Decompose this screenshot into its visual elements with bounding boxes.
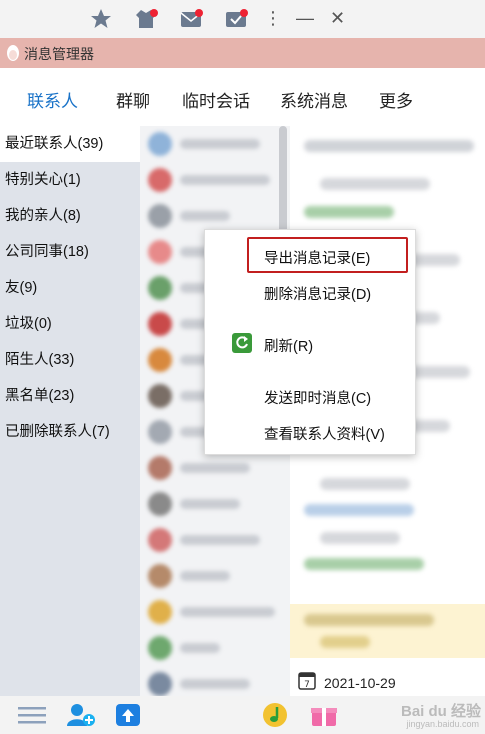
refresh-icon (232, 333, 252, 358)
watermark: Bai du 经验 (400, 703, 481, 720)
list-item[interactable] (148, 670, 283, 696)
upload-icon[interactable] (114, 702, 142, 733)
add-contact-icon[interactable] (66, 702, 96, 733)
menu-item-label: 导出消息记录(E) (264, 251, 371, 267)
category-family[interactable]: 我的亲人(8) (0, 198, 140, 234)
list-item[interactable] (148, 562, 283, 590)
menu-icon[interactable] (18, 706, 46, 729)
bottom-toolbar: Bai du 经验 jingyan.baidu.com (0, 696, 485, 734)
notification-dot (150, 9, 158, 17)
category-recent[interactable]: 最近联系人(39) (0, 126, 140, 162)
category-spam[interactable]: 垃圾(0) (0, 306, 140, 342)
category-friends[interactable]: 友(9) (0, 270, 140, 306)
menu-item-label: 发送即时消息(C) (264, 391, 372, 407)
mail-icon[interactable] (178, 6, 204, 32)
star-icon[interactable] (88, 6, 114, 32)
notification-dot (240, 9, 248, 17)
close-icon[interactable]: ✕ (330, 8, 345, 28)
tab-more[interactable]: 更多 (379, 87, 413, 112)
contact-category-list: 最近联系人(39) 特别关心(1) 我的亲人(8) 公司同事(18) 友(9) … (0, 126, 140, 696)
window-title: 消息管理器 (24, 46, 94, 62)
list-item[interactable] (148, 202, 283, 230)
category-special[interactable]: 特别关心(1) (0, 162, 140, 198)
current-date: 2021-10-29 (324, 675, 396, 691)
list-item[interactable] (148, 598, 283, 626)
list-item[interactable] (148, 490, 283, 518)
list-item[interactable] (148, 454, 283, 482)
category-deleted[interactable]: 已删除联系人(7) (0, 414, 140, 450)
menu-item-export-history[interactable]: 导出消息记录(E) (205, 238, 415, 274)
category-strangers[interactable]: 陌生人(33) (0, 342, 140, 378)
more-menu-icon[interactable]: ⋮ (264, 8, 282, 28)
tab-temp-chat[interactable]: 临时会话 (182, 87, 250, 112)
list-item[interactable] (148, 526, 283, 554)
notification-dot (195, 9, 203, 17)
list-item[interactable] (148, 130, 283, 158)
context-menu: 导出消息记录(E) 删除消息记录(D) 刷新(R) 发送即时消息(C) 查看联系… (204, 229, 416, 455)
menu-item-label: 刷新(R) (264, 339, 314, 355)
list-item[interactable] (148, 166, 283, 194)
menu-item-delete-history[interactable]: 删除消息记录(D) (205, 274, 415, 310)
minimize-icon[interactable]: — (296, 8, 314, 28)
penguin-icon (6, 44, 20, 67)
category-colleagues[interactable]: 公司同事(18) (0, 234, 140, 270)
menu-item-label: 查看联系人资料(V) (264, 427, 385, 443)
menu-item-label: 删除消息记录(D) (264, 287, 372, 303)
mail-check-icon[interactable] (223, 6, 249, 32)
menu-item-refresh[interactable]: 刷新(R) (205, 326, 415, 362)
date-selector[interactable]: 7 2021-10-29 (290, 666, 485, 696)
shirt-icon[interactable] (133, 6, 159, 32)
gift-icon[interactable] (310, 702, 338, 733)
top-toolbar: ⋮ — ✕ (0, 0, 485, 38)
menu-item-view-profile[interactable]: 查看联系人资料(V) (205, 414, 415, 450)
music-note-icon[interactable] (262, 702, 288, 733)
tab-system-messages[interactable]: 系统消息 (280, 87, 348, 112)
tab-contacts[interactable]: 联系人 (27, 87, 78, 112)
list-item[interactable] (148, 634, 283, 662)
highlighted-message (290, 604, 485, 658)
tab-group-chat[interactable]: 群聊 (116, 87, 150, 112)
svg-text:7: 7 (304, 680, 310, 690)
calendar-icon[interactable]: 7 (298, 670, 316, 695)
category-blacklist[interactable]: 黑名单(23) (0, 378, 140, 414)
watermark-sub: jingyan.baidu.com (406, 719, 479, 729)
title-bar: 消息管理器 (0, 38, 485, 68)
menu-item-send-message[interactable]: 发送即时消息(C) (205, 378, 415, 414)
tab-bar: 联系人 群聊 临时会话 系统消息 更多 (0, 68, 485, 126)
